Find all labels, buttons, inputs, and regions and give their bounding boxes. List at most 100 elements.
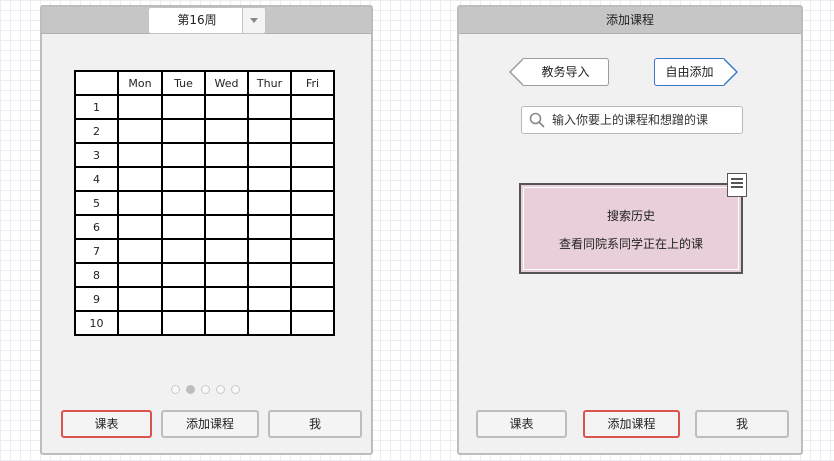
timetable-cell[interactable] [204, 190, 249, 216]
manual-add-button[interactable]: 自由添加 [654, 58, 738, 86]
timetable-cell[interactable] [290, 166, 335, 192]
timetable-row: 3 [74, 142, 335, 168]
timetable-cell[interactable] [161, 190, 206, 216]
day-header-thur: Thur [247, 70, 292, 96]
timetable-corner-cell [74, 70, 119, 96]
timetable-cell[interactable] [290, 118, 335, 144]
search-history-note[interactable]: 搜索历史 查看同院系同学正在上的课 [519, 173, 747, 274]
page-indicator [171, 385, 240, 395]
timetable-screen: 第16周 Mon Tue Wed Thur Fri 1 2 3 4 5 6 7 8 9 10 课表… [40, 5, 373, 455]
timetable-cell[interactable] [290, 238, 335, 264]
timetable-cell[interactable] [117, 94, 163, 120]
timetable-cell[interactable] [247, 190, 292, 216]
timetable-cell[interactable] [117, 190, 163, 216]
timetable-cell[interactable] [117, 310, 163, 336]
timetable-cell[interactable] [204, 238, 249, 264]
nav-me-button[interactable]: 我 [695, 410, 789, 438]
timetable-cell[interactable] [117, 286, 163, 312]
period-label: 7 [74, 238, 119, 264]
timetable-cell[interactable] [117, 166, 163, 192]
timetable-cell[interactable] [117, 118, 163, 144]
timetable-cell[interactable] [247, 118, 292, 144]
timetable-cell[interactable] [204, 214, 249, 240]
manual-label: 自由添加 [665, 65, 714, 79]
nav-timetable-button[interactable]: 课表 [61, 410, 152, 438]
nav-add-course-button[interactable]: 添加课程 [161, 410, 259, 438]
period-label: 5 [74, 190, 119, 216]
search-history-link[interactable]: 搜索历史 [521, 207, 741, 224]
timetable-cell[interactable] [247, 94, 292, 120]
classmates-courses-link[interactable]: 查看同院系同学正在上的课 [521, 235, 741, 252]
timetable-cell[interactable] [117, 238, 163, 264]
import-from-academic-button[interactable]: 教务导入 [509, 58, 609, 86]
nav-me-button[interactable]: 我 [268, 410, 362, 438]
timetable-cell[interactable] [204, 166, 249, 192]
page-dot[interactable] [231, 385, 240, 394]
timetable-cell[interactable] [161, 238, 206, 264]
page-dot[interactable] [216, 385, 225, 394]
page-dot[interactable] [201, 385, 210, 394]
timetable-cell[interactable] [117, 214, 163, 240]
timetable-cell[interactable] [290, 142, 335, 168]
timetable-cell[interactable] [161, 286, 206, 312]
period-label: 10 [74, 310, 119, 336]
page-dot[interactable] [186, 385, 195, 394]
period-label: 9 [74, 286, 119, 312]
add-course-header: 添加课程 [459, 7, 801, 34]
period-label: 3 [74, 142, 119, 168]
timetable-cell[interactable] [204, 310, 249, 336]
timetable-cell[interactable] [161, 118, 206, 144]
timetable-cell[interactable] [161, 310, 206, 336]
timetable-cell[interactable] [117, 262, 163, 288]
timetable-cell[interactable] [247, 142, 292, 168]
week-selector-value: 第16周 [177, 13, 217, 27]
period-label: 2 [74, 118, 119, 144]
timetable-row: 7 [74, 238, 335, 264]
timetable-cell[interactable] [204, 142, 249, 168]
course-search-input[interactable] [552, 107, 738, 133]
day-header-wed: Wed [204, 70, 249, 96]
timetable-cell[interactable] [204, 118, 249, 144]
timetable-cell[interactable] [290, 286, 335, 312]
nav-timetable-button[interactable]: 课表 [476, 410, 567, 438]
timetable-row: 2 [74, 118, 335, 144]
timetable-cell[interactable] [290, 190, 335, 216]
timetable-cell[interactable] [161, 166, 206, 192]
page-title: 添加课程 [605, 13, 654, 27]
import-label: 教务导入 [541, 65, 590, 79]
timetable-row: 1 [74, 94, 335, 120]
page-dot[interactable] [171, 385, 180, 394]
timetable-cell[interactable] [161, 142, 206, 168]
timetable-cell[interactable] [247, 238, 292, 264]
timetable-cell[interactable] [247, 262, 292, 288]
period-label: 1 [74, 94, 119, 120]
timetable-cell[interactable] [247, 214, 292, 240]
timetable-cell[interactable] [247, 166, 292, 192]
timetable-cell[interactable] [204, 94, 249, 120]
nav-add-course-button[interactable]: 添加课程 [583, 410, 680, 438]
note-inner-border [523, 187, 739, 270]
timetable-cell[interactable] [161, 262, 206, 288]
timetable-row: 5 [74, 190, 335, 216]
timetable-cell[interactable] [290, 310, 335, 336]
timetable-cell[interactable] [161, 214, 206, 240]
timetable-cell[interactable] [204, 286, 249, 312]
timetable-cell[interactable] [290, 214, 335, 240]
timetable-cell[interactable] [204, 262, 249, 288]
timetable-cell[interactable] [247, 310, 292, 336]
course-search-box[interactable] [521, 106, 743, 134]
chevron-down-icon[interactable] [242, 8, 265, 33]
timetable-cell[interactable] [247, 286, 292, 312]
timetable-row: 4 [74, 166, 335, 192]
timetable-cell[interactable] [290, 94, 335, 120]
week-selector[interactable]: 第16周 [148, 7, 266, 34]
timetable-cell[interactable] [117, 142, 163, 168]
timetable-cell[interactable] [161, 94, 206, 120]
period-label: 8 [74, 262, 119, 288]
timetable-row: 8 [74, 262, 335, 288]
timetable-cell[interactable] [290, 262, 335, 288]
timetable-row: 9 [74, 286, 335, 312]
day-header-tue: Tue [161, 70, 206, 96]
note-icon [727, 173, 747, 197]
period-label: 4 [74, 166, 119, 192]
